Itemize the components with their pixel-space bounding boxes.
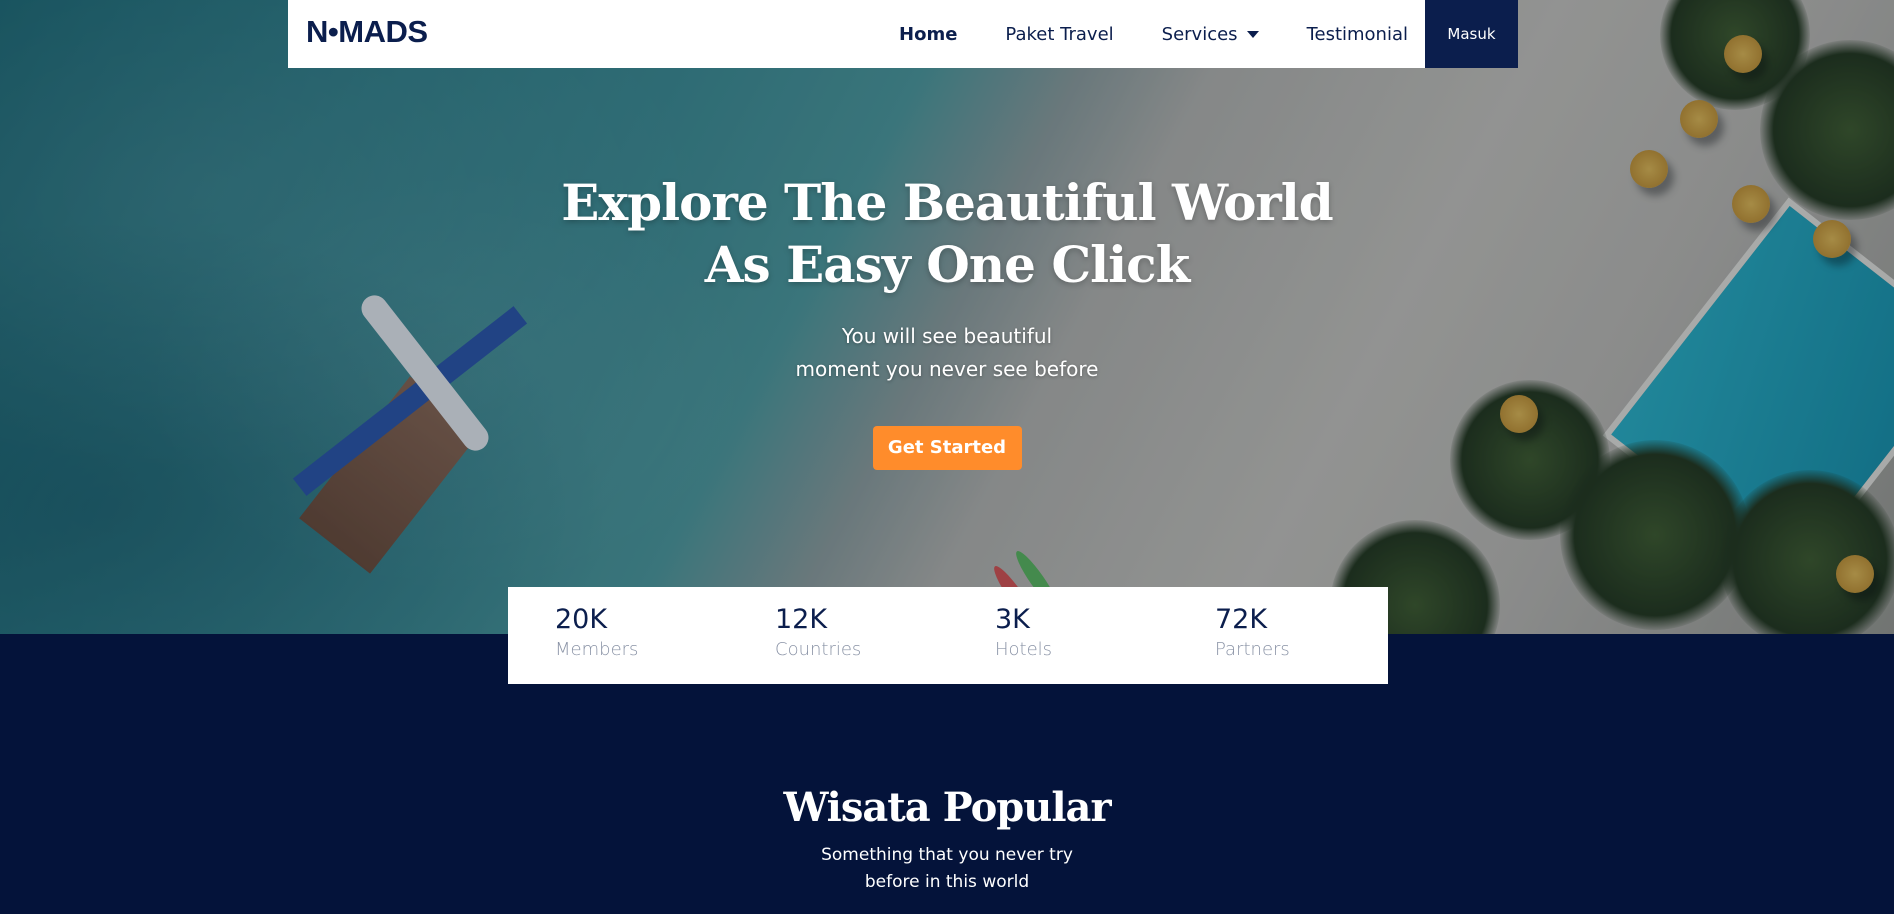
section-subtitle-line-2: before in this world <box>864 872 1030 892</box>
get-started-button[interactable]: Get Started <box>872 426 1022 470</box>
stat-value: 72K <box>1215 604 1268 635</box>
stat-label: Hotels <box>995 639 1053 660</box>
top-navbar: N•MADS Home Paket Travel Services Testim… <box>288 0 1518 68</box>
stats-bar: 20K Members 12K Countries 3K Hotels 72K … <box>508 587 1388 684</box>
hero-subtitle-line-1: You will see beautiful <box>841 324 1053 348</box>
login-button[interactable]: Masuk <box>1425 0 1518 68</box>
stat-countries: 12K Countries <box>775 603 861 663</box>
stat-value: 12K <box>775 604 828 635</box>
stat-label: Partners <box>1215 639 1290 660</box>
section-title: Wisata Popular <box>783 784 1111 831</box>
hero-subtitle: You will see beautiful moment you never … <box>0 320 1894 386</box>
brand-logo[interactable]: N•MADS <box>306 14 428 50</box>
stat-label: Countries <box>775 639 862 660</box>
section-subtitle-line-1: Something that you never try <box>821 845 1073 865</box>
nav-link-services[interactable]: Services <box>1162 24 1259 45</box>
nav-link-services-label: Services <box>1161 23 1238 45</box>
nav-link-testimonial[interactable]: Testimonial <box>1307 24 1408 45</box>
popular-section: Wisata Popular Something that you never … <box>0 780 1894 896</box>
section-subtitle: Something that you never try before in t… <box>0 842 1894 896</box>
nav-links: Home Paket Travel Services Testimonial <box>899 0 1408 68</box>
hero-title: Explore The Beautiful World As Easy One … <box>0 172 1894 296</box>
stat-value: 20K <box>555 604 608 635</box>
hero-title-line-1: Explore The Beautiful World <box>561 173 1333 232</box>
caret-down-icon <box>1246 30 1259 38</box>
hero-subtitle-line-2: moment you never see before <box>795 357 1099 381</box>
stat-partners: 72K Partners <box>1215 603 1290 663</box>
nav-link-home[interactable]: Home <box>899 24 957 45</box>
stat-value: 3K <box>995 604 1030 635</box>
stat-hotels: 3K Hotels <box>995 603 1052 663</box>
stat-members: 20K Members <box>555 603 638 663</box>
landing-page: N•MADS Home Paket Travel Services Testim… <box>0 0 1894 914</box>
nav-link-paket-travel[interactable]: Paket Travel <box>1005 24 1113 45</box>
hero-title-line-2: As Easy One Click <box>704 235 1190 294</box>
hero-content: Explore The Beautiful World As Easy One … <box>0 172 1894 470</box>
stat-label: Members <box>555 639 639 660</box>
